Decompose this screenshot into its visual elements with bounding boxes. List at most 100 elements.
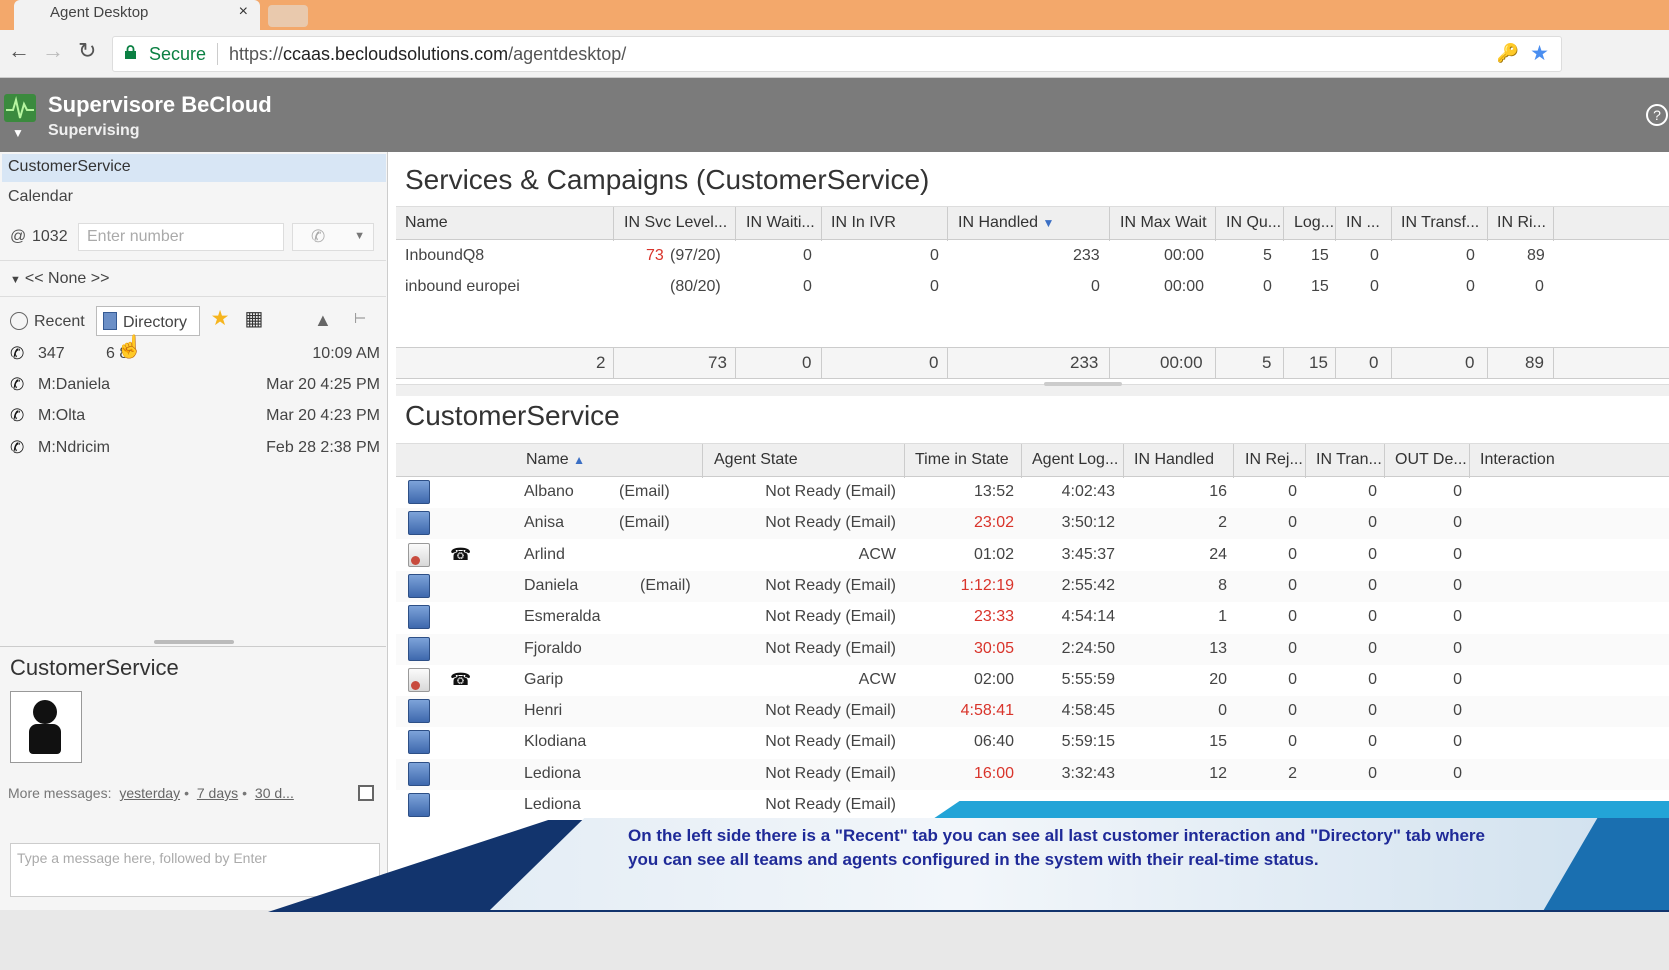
total-count: 2 <box>596 353 606 372</box>
help-icon[interactable]: ? <box>1646 104 1668 126</box>
col-out-declined[interactable]: OUT De... <box>1395 451 1467 469</box>
call-button[interactable]: ✆ ▼ <box>292 223 374 251</box>
expand-checkbox[interactable] <box>358 785 374 801</box>
back-icon[interactable]: ← <box>8 38 30 64</box>
account-code-selector[interactable]: ▼ << None >> <box>10 270 109 288</box>
col-agent-state[interactable]: Agent State <box>714 451 798 469</box>
more-messages-yesterday-link[interactable]: yesterday <box>119 785 180 801</box>
recent-item-time: Feb 28 2:38 PM <box>266 439 380 456</box>
col-interaction[interactable]: Interaction <box>1480 451 1555 469</box>
col-logged[interactable]: Log... <box>1294 214 1334 232</box>
col-handled[interactable]: IN Handled ▼ <box>958 214 1054 232</box>
phone-icon: ✆ <box>10 438 25 457</box>
col-transfer[interactable]: IN Transf... <box>1401 214 1479 232</box>
col-in-rejected[interactable]: IN Rej... <box>1245 451 1303 469</box>
out-declined: 0 <box>1453 702 1462 720</box>
new-tab-button[interactable] <box>268 5 308 27</box>
col-in[interactable]: IN ... <box>1346 214 1380 232</box>
favorites-star-icon[interactable]: ★ <box>206 306 234 336</box>
table-row[interactable]: Albano (Email) Not Ready (Email) 13:52 4:02:… <box>396 477 1669 508</box>
key-icon[interactable]: 🔑 <box>1497 43 1519 64</box>
total-queue: 5 <box>1262 353 1272 372</box>
tab-recent[interactable]: Recent <box>6 306 89 336</box>
table-row[interactable]: ☎ Garip ACW 02:00 5:55:59 20 0 0 0 <box>396 665 1669 696</box>
left-panel: CustomerService Calendar @ 1032 ✆ ▼ ▼<< … <box>0 152 388 970</box>
col-svc-level[interactable]: IN Svc Level... <box>624 214 727 232</box>
forward-icon[interactable]: → <box>42 38 64 64</box>
service-name: inbound europei <box>405 278 520 295</box>
enter-number-input[interactable] <box>78 223 284 251</box>
status-dropdown-icon[interactable]: ▼ <box>12 126 24 140</box>
url-scheme: https:// <box>229 44 284 64</box>
more-messages-30days-link[interactable]: 30 d... <box>255 785 294 801</box>
col-agent-name[interactable]: Name ▲ <box>526 451 585 469</box>
panel-resize-handle[interactable] <box>154 640 234 644</box>
dialpad-grid-icon[interactable]: ▦ <box>240 306 268 336</box>
bookmark-star-icon[interactable]: ★ <box>1530 41 1549 66</box>
recent-item-time: Mar 20 4:25 PM <box>266 376 380 393</box>
agent-login-time: 2:55:42 <box>1061 576 1115 594</box>
col-time-in-state[interactable]: Time in State <box>915 451 1009 469</box>
lock-icon <box>125 45 136 59</box>
table-row[interactable]: Klodiana Not Ready (Email) 06:40 5:59:15 15 0… <box>396 727 1669 758</box>
agent-acw-icon <box>408 667 430 692</box>
total-waiting: 0 <box>802 353 812 372</box>
close-tab-icon[interactable]: × <box>239 3 248 21</box>
recent-item[interactable]: ✆ M:Ndricim Feb 28 2:38 PM <box>8 434 382 464</box>
section-resize-handle[interactable] <box>1044 382 1122 386</box>
max-wait-value: 00:00 <box>1164 247 1205 264</box>
pin-icon[interactable]: ⊢ <box>354 310 366 327</box>
col-name[interactable]: Name <box>405 214 448 232</box>
total-ring: 89 <box>1525 353 1544 372</box>
table-row[interactable]: Henri Not Ready (Email) 4:58:41 4:58:45 0 0 0 0 <box>396 696 1669 728</box>
recent-item[interactable]: ✆ M:Daniela Mar 20 4:25 PM <box>8 371 382 401</box>
table-row[interactable]: Lediona Not Ready (Email) 16:00 3:32:43 12 2 0… <box>396 758 1669 790</box>
none-label: << None >> <box>24 270 110 287</box>
agent-state: Not Ready (Email) <box>765 514 896 532</box>
col-in-ivr[interactable]: IN In IVR <box>831 214 896 232</box>
more-messages-7days-link[interactable]: 7 days <box>197 785 238 801</box>
message-input[interactable]: Type a message here, followed by Enter <box>10 843 380 897</box>
more-messages: More messages: yesterday • 7 days • 30 d..… <box>8 785 294 801</box>
address-bar[interactable]: Secure https://ccaas.becloudsolutions.co… <box>112 36 1562 72</box>
ring-value: 89 <box>1527 247 1545 264</box>
agent-name: Esmeralda <box>524 608 601 626</box>
col-in-handled[interactable]: IN Handled <box>1134 451 1214 469</box>
services-totals-row: 2 73 0 0 233 00:00 5 15 0 0 89 <box>396 347 1669 379</box>
time-in-state: 06:40 <box>973 733 1014 751</box>
at-icon: @ <box>10 228 27 245</box>
supervisor-status[interactable]: Supervising <box>48 122 140 140</box>
url-text: https://ccaas.becloudsolutions.com/agent… <box>229 44 626 65</box>
table-row[interactable]: Esmeralda Not Ready (Email) 23:33 4:54:14 1 0… <box>396 602 1669 633</box>
recent-item[interactable]: ✆ M:Olta Mar 20 4:23 PM <box>8 402 382 432</box>
time-in-state: 16:00 <box>973 764 1014 782</box>
selected-team-item[interactable]: CustomerService <box>2 154 386 182</box>
table-row[interactable]: Anisa (Email) Not Ready (Email) 23:02 3:50:1… <box>396 508 1669 540</box>
recent-item-name: M:Olta <box>38 407 86 424</box>
in-rejected: 0 <box>1288 483 1297 500</box>
divider <box>0 260 386 261</box>
col-queue[interactable]: IN Qu... <box>1226 214 1281 232</box>
recent-item[interactable]: ✆ 347 6 8 10:09 AM <box>8 340 382 370</box>
col-max-wait[interactable]: IN Max Wait <box>1120 214 1207 232</box>
table-row[interactable]: Daniela (Email) Not Ready (Email) 1:12:19 2:… <box>396 570 1669 602</box>
chevron-down-icon[interactable]: ▼ <box>354 230 365 242</box>
col-waiting[interactable]: IN Waiti... <box>746 214 815 232</box>
tab-directory[interactable]: Directory <box>96 306 200 336</box>
agent-channel: (Email) <box>619 514 670 532</box>
col-agent-login[interactable]: Agent Log... <box>1032 451 1118 469</box>
url-path: /agentdesktop/ <box>508 44 627 64</box>
in-transfer: 0 <box>1368 608 1377 626</box>
calendar-item[interactable]: Calendar <box>8 188 73 206</box>
in-rejected: 0 <box>1288 639 1297 657</box>
col-in-transfer[interactable]: IN Tran... <box>1316 451 1382 469</box>
in-handled: 12 <box>1209 764 1227 782</box>
collapse-up-icon[interactable]: ▲ <box>314 310 332 331</box>
browser-tab[interactable]: Agent Desktop × <box>14 0 260 30</box>
col-ring[interactable]: IN Ri... <box>1497 214 1546 232</box>
reload-icon[interactable]: ↻ <box>78 38 96 64</box>
table-row[interactable]: Fjoraldo Not Ready (Email) 30:05 2:24:50 13 0… <box>396 633 1669 665</box>
table-row[interactable]: ☎ Arlind ACW 01:02 3:45:37 24 0 0 0 <box>396 540 1669 571</box>
time-in-state: 02:00 <box>973 670 1014 688</box>
handled-value: 233 <box>1073 247 1100 264</box>
